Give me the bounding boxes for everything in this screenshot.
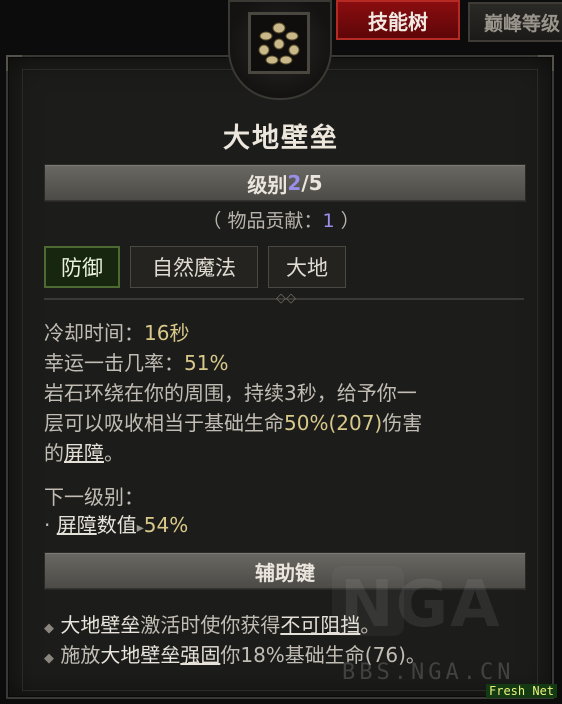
desc-text: 层可以吸收相当于基础生命 xyxy=(44,411,284,435)
stone-burst-icon xyxy=(248,12,310,74)
desc-text: 伤害 xyxy=(382,411,423,435)
diamond-bullet-icon: ◆ xyxy=(44,651,54,666)
item-contribution: （ 物品贡献：1 ） xyxy=(0,206,562,233)
lucky-hit-line: 幸运一击几率：51% xyxy=(44,348,228,378)
next-rank-item: · 屏障数值▸54% xyxy=(44,510,188,543)
watermark-bbs: BBS.NGA.CN xyxy=(342,660,515,685)
next-rank-stat: 数值 xyxy=(96,513,137,537)
desc-text: 。 xyxy=(104,441,124,465)
diamond-bullet-icon: ◆ xyxy=(44,621,54,636)
rank-max: /5 xyxy=(301,171,323,195)
lucky-hit-label: 幸运一击几率： xyxy=(44,351,184,375)
skill-ref: 大地壁垒 xyxy=(60,613,141,637)
description-line: 的屏障。 xyxy=(44,438,124,468)
skill-icon-medallion xyxy=(228,0,332,100)
modifier-text: 激活时使你获得 xyxy=(140,613,281,637)
contrib-suffix: ） xyxy=(334,210,360,232)
watermark-badge: Fresh Net xyxy=(486,684,558,698)
corner-ornament xyxy=(538,55,554,71)
modifier-label: 辅助键 xyxy=(255,560,315,585)
bullet-icon: · xyxy=(44,513,51,537)
skill-name: 大地壁垒 xyxy=(223,123,339,154)
contrib-prefix: （ 物品贡献： xyxy=(202,210,323,232)
tag-earth: 大地 xyxy=(268,246,346,288)
cooldown-value: 16秒 xyxy=(144,321,190,345)
modifier-text: 施放 xyxy=(60,643,101,667)
desc-text: 的 xyxy=(44,441,64,465)
barrier-keyword-link[interactable]: 屏障 xyxy=(57,513,97,537)
next-rank-value: 54% xyxy=(143,513,189,537)
cooldown-line: 冷却时间：16秒 xyxy=(44,318,189,348)
tag-nature-magic: 自然魔法 xyxy=(130,246,258,288)
arrow-right-icon: ▸ xyxy=(136,520,144,536)
rank-current: 2 xyxy=(287,171,302,195)
rank-label: 级别 xyxy=(247,172,288,197)
modifier-text: 。 xyxy=(360,613,381,637)
lucky-hit-value: 51% xyxy=(184,351,229,375)
divider-ornament-icon: ◇◇ xyxy=(276,291,296,306)
modifier-bullet: ◆ 大地壁垒激活时使你获得不可阻挡。 xyxy=(44,610,380,644)
unstoppable-keyword-link[interactable]: 不可阻挡 xyxy=(280,613,360,637)
cooldown-label: 冷却时间： xyxy=(44,321,144,345)
desc-value: 50%(207) xyxy=(284,411,383,435)
fortify-keyword-link[interactable]: 强固 xyxy=(180,643,220,667)
contrib-value: 1 xyxy=(322,210,335,232)
tab-paragon[interactable]: 巅峰等级 xyxy=(468,2,562,42)
barrier-keyword-link[interactable]: 屏障 xyxy=(64,441,104,465)
skill-ref: 大地壁垒 xyxy=(100,643,181,667)
rank-bar: 级别 2 /5 xyxy=(44,164,526,202)
next-rank-label: 下一级别： xyxy=(44,485,144,509)
description-line: 层可以吸收相当于基础生命50%(207)伤害 xyxy=(44,408,422,438)
tab-skill-tree[interactable]: 技能树 xyxy=(336,0,460,40)
corner-ornament xyxy=(6,55,22,71)
description-line: 岩石环绕在你的周围，持续3秒，给予你一 xyxy=(44,381,417,405)
tag-defense: 防御 xyxy=(44,246,120,288)
